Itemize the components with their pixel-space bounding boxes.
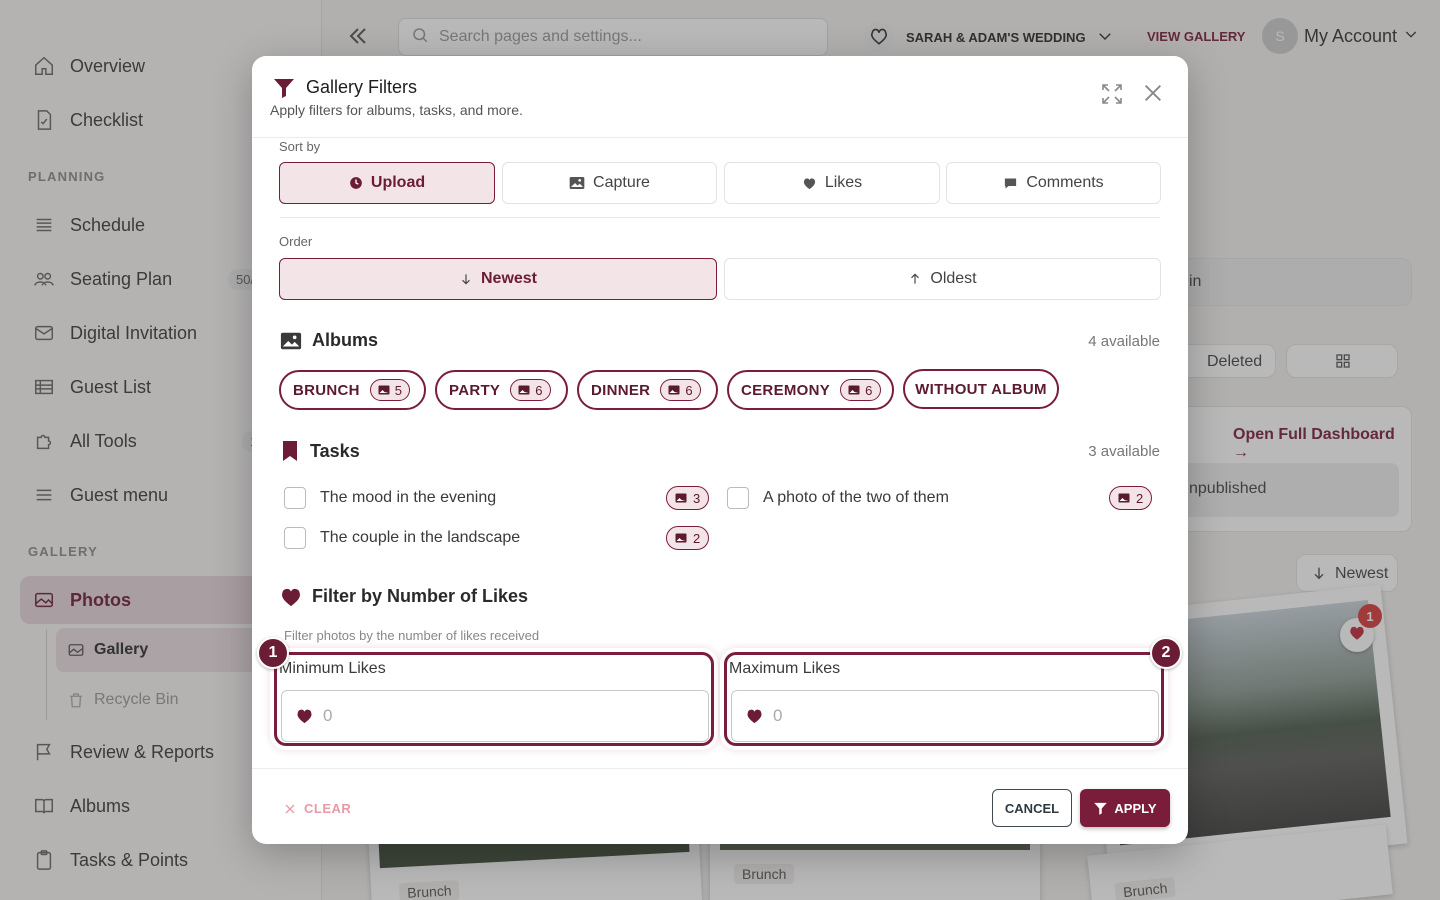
sort-likes-label: Likes xyxy=(824,174,863,191)
album-count: 5 xyxy=(394,382,403,398)
task-item[interactable]: The mood in the evening xyxy=(284,486,496,510)
divider xyxy=(280,217,1160,218)
album-chip-dinner[interactable]: DINNER 6 xyxy=(577,370,718,410)
album-chip-ceremony[interactable]: CEREMONY 6 xyxy=(727,370,894,410)
arrow-down-icon xyxy=(459,271,473,287)
image-icon xyxy=(518,385,530,395)
max-likes-label: Maximum Likes xyxy=(729,660,841,677)
apply-button[interactable]: APPLY xyxy=(1080,789,1170,827)
order-label: Order xyxy=(279,234,313,249)
sort-comments-label: Comments xyxy=(1026,174,1104,191)
task-label: The mood in the evening xyxy=(320,489,497,506)
sort-upload-label: Upload xyxy=(370,174,426,191)
albums-section-title: Albums xyxy=(280,330,378,351)
sort-likes-button[interactable]: Likes xyxy=(724,162,940,204)
image-icon xyxy=(675,493,687,503)
order-oldest-label: Oldest xyxy=(930,270,977,287)
album-chip-label: WITHOUT ALBUM xyxy=(915,380,1047,398)
image-icon xyxy=(1118,493,1130,503)
modal-subtitle: Apply filters for albums, tasks, and mor… xyxy=(270,102,523,118)
task-count: 2 xyxy=(1136,490,1144,506)
likes-hint: Filter photos by the number of likes rec… xyxy=(284,628,540,643)
heart-icon xyxy=(296,708,313,724)
album-chip-label: CEREMONY xyxy=(741,381,831,399)
modal-title: Gallery Filters xyxy=(306,77,418,97)
funnel-icon xyxy=(1093,801,1108,816)
heart-icon xyxy=(746,708,763,724)
image-icon xyxy=(668,385,680,395)
cancel-button[interactable]: CANCEL xyxy=(992,789,1072,827)
step-badge-2: 2 xyxy=(1150,637,1182,669)
expand-icon[interactable] xyxy=(1100,82,1124,111)
albums-available: 4 available xyxy=(1088,333,1160,350)
album-chip-party[interactable]: PARTY 6 xyxy=(435,370,568,410)
tasks-available: 3 available xyxy=(1088,443,1160,460)
album-count: 6 xyxy=(535,382,543,398)
min-likes-placeholder: 0 xyxy=(323,706,333,725)
album-count-badge: 6 xyxy=(660,379,701,401)
likes-title: Filter by Number of Likes xyxy=(312,586,529,606)
step-badge-1: 1 xyxy=(257,637,289,669)
task-checkbox[interactable] xyxy=(284,527,306,549)
apply-label: APPLY xyxy=(1114,800,1157,816)
order-newest-label: Newest xyxy=(480,270,538,287)
albums-title: Albums xyxy=(312,330,379,350)
image-icon xyxy=(569,176,585,190)
max-likes-input[interactable]: 0 xyxy=(731,690,1159,742)
task-count-badge: 2 xyxy=(666,526,710,550)
arrow-up-icon xyxy=(908,271,922,287)
order-newest-button[interactable]: Newest xyxy=(279,258,717,300)
album-chip-brunch[interactable]: BRUNCH 5 xyxy=(279,370,426,410)
funnel-icon xyxy=(272,76,296,105)
task-count-badge: 2 xyxy=(1109,486,1153,510)
sort-capture-button[interactable]: Capture xyxy=(502,162,717,204)
comment-icon xyxy=(1003,176,1018,191)
album-count: 6 xyxy=(865,382,873,398)
album-chip-label: PARTY xyxy=(449,381,501,399)
likes-section-title: Filter by Number of Likes xyxy=(280,586,528,607)
image-icon xyxy=(848,385,860,395)
heart-icon xyxy=(280,587,302,607)
sort-upload-button[interactable]: Upload xyxy=(279,162,495,204)
close-icon xyxy=(284,803,296,815)
album-chip-without-album[interactable]: WITHOUT ALBUM xyxy=(903,369,1059,409)
album-count-badge: 5 xyxy=(369,379,411,401)
image-icon xyxy=(378,385,390,395)
task-count-badge: 3 xyxy=(666,486,710,510)
close-icon[interactable] xyxy=(1142,82,1164,109)
task-count: 2 xyxy=(693,530,701,546)
min-likes-input[interactable]: 0 xyxy=(281,690,709,742)
max-likes-placeholder: 0 xyxy=(773,706,783,725)
album-count: 6 xyxy=(685,382,693,398)
sort-capture-label: Capture xyxy=(593,174,650,191)
album-chip-label: BRUNCH xyxy=(293,381,360,399)
task-checkbox[interactable] xyxy=(727,487,749,509)
clear-button[interactable]: CLEAR xyxy=(284,801,351,816)
album-count-badge: 6 xyxy=(510,379,551,401)
gallery-filters-modal: Gallery Filters Apply filters for albums… xyxy=(252,56,1188,844)
clear-label: CLEAR xyxy=(304,801,352,816)
album-chip-label: DINNER xyxy=(591,381,651,399)
task-item[interactable]: The couple in the landscape xyxy=(284,526,520,550)
modal-header: Gallery Filters Apply filters for albums… xyxy=(252,56,1188,138)
image-icon xyxy=(675,533,687,543)
sort-comments-button[interactable]: Comments xyxy=(946,162,1161,204)
sort-by-label: Sort by xyxy=(279,139,321,154)
task-checkbox[interactable] xyxy=(284,487,306,509)
albums-image-icon xyxy=(280,331,302,351)
tasks-title: Tasks xyxy=(310,440,360,461)
task-label: A photo of the two of them xyxy=(763,489,949,506)
task-label: The couple in the landscape xyxy=(320,529,521,546)
tasks-section-title: Tasks xyxy=(280,440,360,462)
album-count-badge: 6 xyxy=(840,379,881,401)
task-count: 3 xyxy=(693,490,701,506)
modal-footer: CLEAR CANCEL APPLY xyxy=(252,768,1188,844)
clock-icon xyxy=(349,176,363,190)
min-likes-label: Minimum Likes xyxy=(279,660,386,677)
order-oldest-button[interactable]: Oldest xyxy=(724,258,1161,300)
heart-icon xyxy=(802,176,817,191)
cancel-label: CANCEL xyxy=(1004,800,1060,816)
task-item[interactable]: A photo of the two of them xyxy=(727,486,949,510)
bookmark-icon xyxy=(280,440,300,462)
